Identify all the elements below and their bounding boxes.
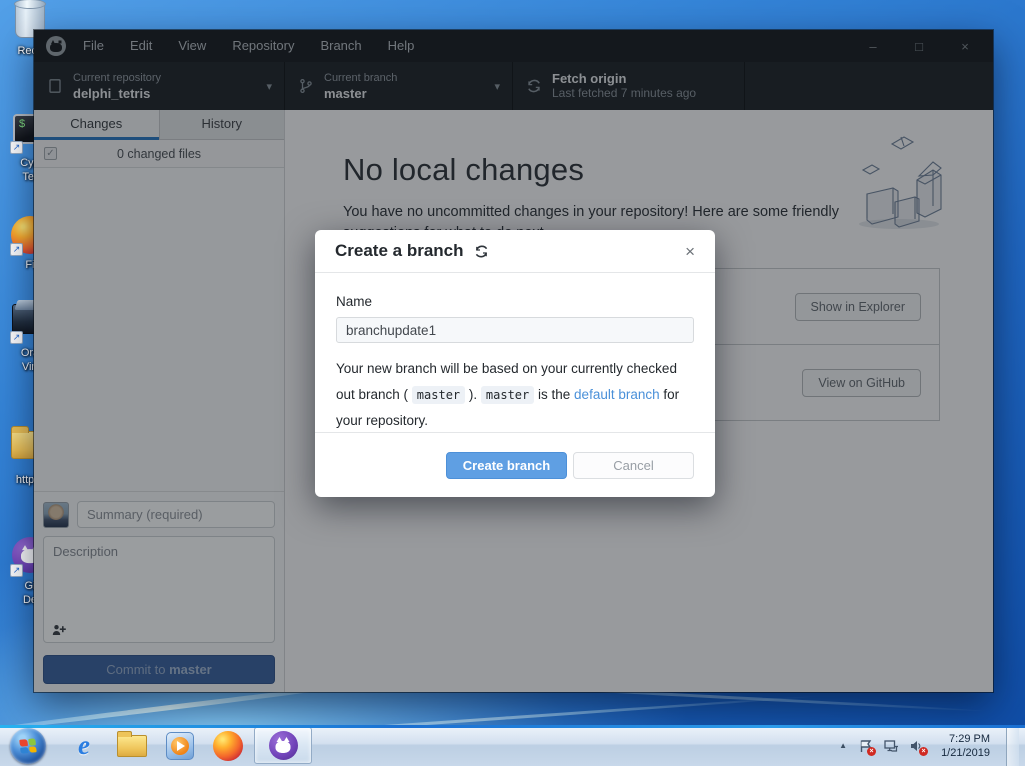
branch-name-input[interactable] [336, 317, 694, 343]
github-desktop-icon [269, 731, 298, 760]
shortcut-arrow-icon: ↗ [10, 564, 23, 577]
firefox-icon [213, 731, 243, 761]
volume-muted-icon[interactable]: × [909, 738, 925, 754]
internet-explorer-icon: e [78, 730, 90, 761]
dialog-description: Your new branch will be based on your cu… [336, 356, 694, 434]
windows-logo-icon [19, 738, 36, 754]
cancel-button[interactable]: Cancel [573, 452, 694, 479]
network-icon[interactable] [883, 738, 899, 754]
create-branch-dialog: Create a branch × Name Your new branch w… [315, 230, 715, 497]
alert-badge: × [919, 747, 928, 756]
default-branch-link[interactable]: default branch [574, 387, 660, 402]
shortcut-arrow-icon: ↗ [10, 331, 23, 344]
close-icon[interactable]: × [685, 243, 695, 260]
system-tray: ▲ × × 7:29 PM 1/21/2019 [839, 725, 1025, 766]
code-master: master [481, 386, 534, 404]
clock-date: 1/21/2019 [941, 746, 990, 760]
folder-icon [117, 735, 147, 757]
show-hidden-icons-button[interactable]: ▲ [839, 741, 847, 750]
taskbar-github-desktop-active[interactable] [254, 727, 312, 764]
create-branch-button[interactable]: Create branch [446, 452, 567, 479]
taskbar: e ▲ × × 7:29 PM 1/21/2019 [0, 725, 1025, 766]
media-player-icon [166, 732, 194, 760]
name-label: Name [336, 294, 694, 309]
taskbar-internet-explorer[interactable]: e [60, 725, 108, 766]
start-button[interactable] [10, 728, 46, 764]
sync-icon [474, 244, 489, 259]
clock-time: 7:29 PM [941, 732, 990, 746]
show-desktop-button[interactable] [1006, 725, 1019, 766]
taskbar-windows-explorer[interactable] [108, 725, 156, 766]
alert-badge: × [867, 747, 876, 756]
shortcut-arrow-icon: ↗ [10, 243, 23, 256]
shortcut-arrow-icon: ↗ [10, 141, 23, 154]
taskbar-clock[interactable]: 7:29 PM 1/21/2019 [941, 732, 990, 760]
action-center-icon[interactable]: × [857, 738, 873, 754]
code-master: master [412, 386, 465, 404]
taskbar-firefox[interactable] [204, 725, 252, 766]
taskbar-media-player[interactable] [156, 725, 204, 766]
dialog-title: Create a branch [335, 241, 464, 261]
